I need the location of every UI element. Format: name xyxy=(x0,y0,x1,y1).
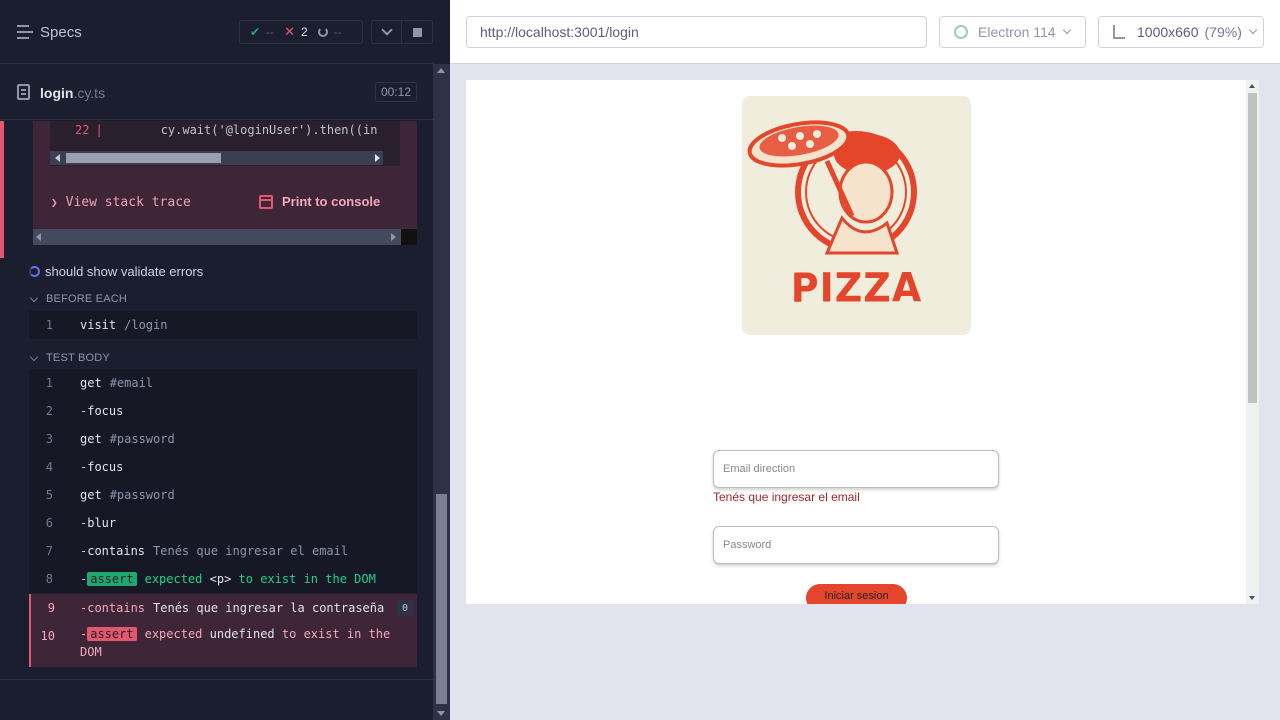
error-horizontal-scrollbar[interactable] xyxy=(33,229,401,245)
command-row[interactable]: 1 get #email xyxy=(29,369,417,397)
url-bar[interactable]: http://localhost:3001/login xyxy=(466,16,927,48)
failed-stat: ✕ 2 xyxy=(284,24,308,39)
view-stack-trace-button[interactable]: ❯ View stack trace xyxy=(51,195,191,210)
spec-file-row: login.cy.ts 00:12 xyxy=(0,65,433,120)
stop-button[interactable] xyxy=(402,21,432,43)
command-row[interactable]: 5 get #password xyxy=(29,481,417,509)
command-row-failed[interactable]: 9 -contains Tenés que ingresar la contras… xyxy=(31,594,417,622)
command-row[interactable]: 1 visit/login xyxy=(29,311,417,339)
reporter-scrollbar[interactable] xyxy=(433,64,450,720)
chevron-down-icon xyxy=(1062,25,1071,35)
command-row-failed[interactable]: 10 - assert expected undefined to exist in… xyxy=(31,622,417,667)
test-title[interactable]: should show validate errors xyxy=(29,264,203,279)
email-field[interactable]: Email direction xyxy=(713,450,999,488)
command-row[interactable]: 2 -focus xyxy=(29,397,417,425)
error-vertical-scrollbar[interactable] xyxy=(401,121,417,245)
command-row[interactable]: 3 get #password xyxy=(29,425,417,453)
code-horizontal-scrollbar[interactable] xyxy=(50,151,383,165)
x-icon: ✕ xyxy=(284,24,295,39)
login-button[interactable]: Iniciar sesion xyxy=(806,584,907,604)
email-error-message: Tenés que ingresar el email xyxy=(713,490,860,504)
pending-stat: -- xyxy=(317,25,342,39)
app-iframe: PIZZA Email direction Tenés que ingresar… xyxy=(466,80,1259,604)
run-controls xyxy=(371,20,433,44)
specs-header: Specs ✔ -- ✕ 2 -- xyxy=(0,0,433,64)
chevron-down-icon xyxy=(1248,25,1258,35)
chevron-right-icon: ❯ xyxy=(51,196,58,209)
chevron-down-icon xyxy=(380,24,393,36)
reporter-panel: Specs ✔ -- ✕ 2 -- login.cy.ts 00:12 22 |… xyxy=(0,0,450,720)
expand-button[interactable] xyxy=(372,21,403,43)
test-stats: ✔ -- ✕ 2 -- xyxy=(239,20,363,44)
chevron-down-icon xyxy=(29,293,39,302)
app-under-test: http://localhost:3001/login Electron 114… xyxy=(450,0,1280,720)
password-field[interactable]: Password xyxy=(713,526,999,564)
before-each-commands: 1 visit/login xyxy=(29,311,417,339)
print-to-console-button[interactable]: Print to console xyxy=(259,194,380,209)
command-row[interactable]: 4 -focus xyxy=(29,453,417,481)
test-body-commands: 1 get #email 2 -focus 3 get #password 4 -f… xyxy=(29,369,417,593)
electron-icon xyxy=(954,25,968,39)
browser-selector[interactable]: Electron 114 xyxy=(939,16,1086,48)
element-count-badge: 0 xyxy=(397,600,413,616)
file-icon xyxy=(17,84,30,100)
spec-duration: 00:12 xyxy=(375,82,417,102)
error-panel: 22 | cy.wait('@loginUser').then((in ❯ View… xyxy=(33,121,417,245)
specs-title[interactable]: Specs xyxy=(40,24,82,41)
passed-stat: ✔ -- xyxy=(250,25,275,39)
error-block: 22 | cy.wait('@loginUser').then((in ❯ View… xyxy=(0,121,433,258)
logo-text: PIZZA xyxy=(790,264,923,312)
failed-commands: 9 -contains Tenés que ingresar la contras… xyxy=(29,594,417,667)
code-line: 22 | cy.wait('@loginUser').then((in xyxy=(75,123,378,137)
spec-file-name[interactable]: login.cy.ts xyxy=(40,85,105,101)
command-row[interactable]: 6 -blur xyxy=(29,509,417,537)
command-row[interactable]: 7 -contains Tenés que ingresar el email xyxy=(29,537,417,565)
command-row-assert-passed[interactable]: 8 - assert expected <p> to exist in the DO… xyxy=(29,565,417,593)
console-icon xyxy=(259,194,273,209)
chevron-down-icon xyxy=(29,352,39,361)
before-each-header[interactable]: BEFORE EACH xyxy=(29,293,127,305)
pizza-logo: PIZZA xyxy=(742,96,971,335)
viewport-selector[interactable]: 1000x660 (79%) xyxy=(1098,16,1264,48)
check-icon: ✔ xyxy=(250,25,261,39)
menu-icon[interactable] xyxy=(17,25,33,39)
app-scrollbar[interactable] xyxy=(1246,80,1259,604)
pending-icon xyxy=(317,27,328,37)
running-icon xyxy=(29,266,40,277)
ruler-icon xyxy=(1113,25,1125,39)
stop-icon xyxy=(412,27,422,37)
test-body-header[interactable]: TEST BODY xyxy=(29,352,110,364)
aut-header: http://localhost:3001/login Electron 114… xyxy=(450,0,1280,64)
